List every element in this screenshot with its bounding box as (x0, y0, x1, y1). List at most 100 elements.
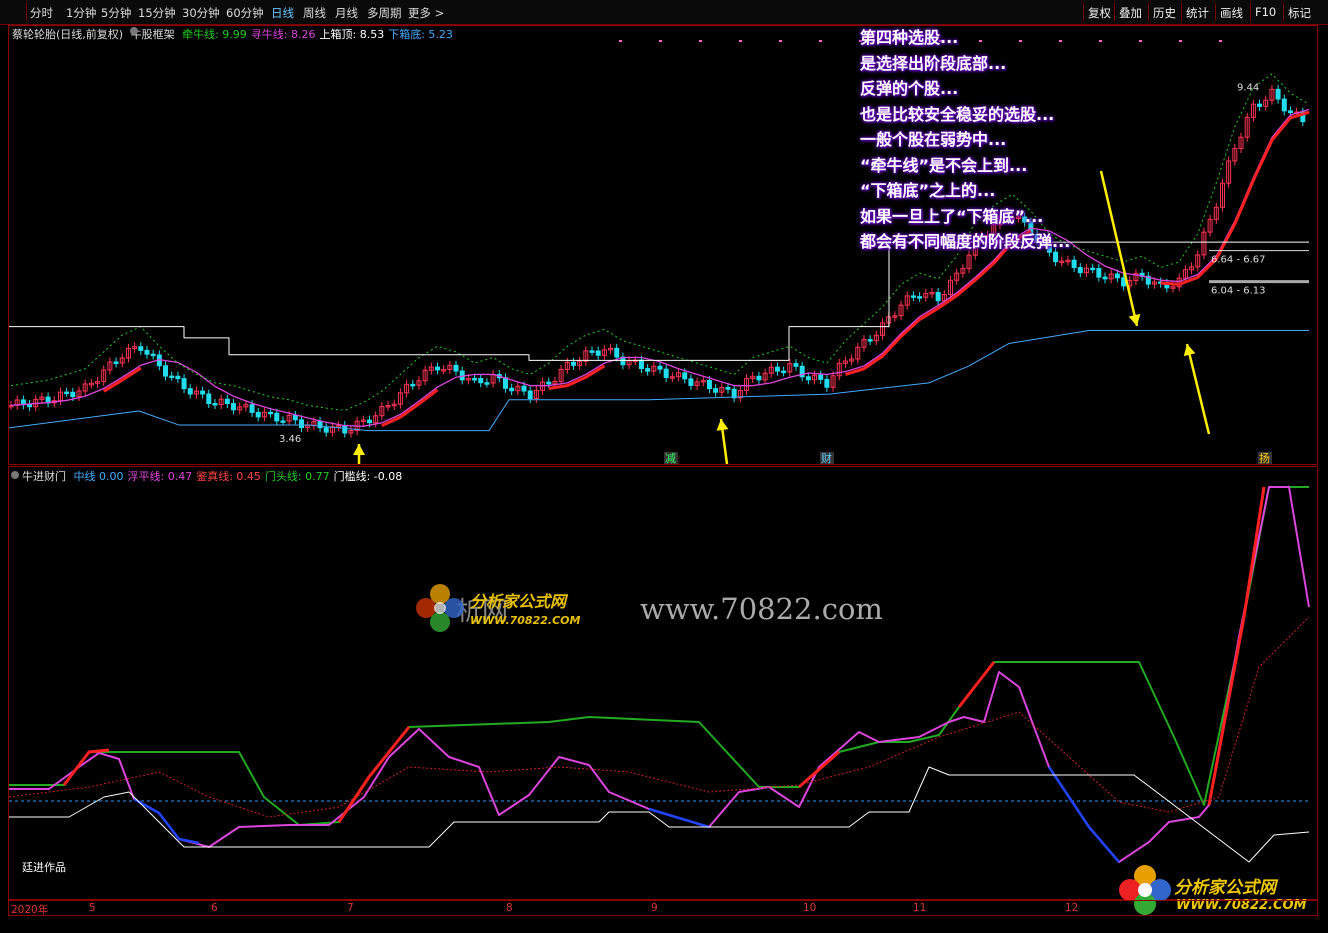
top-marker-dot (1219, 40, 1222, 42)
toolbar-divider (1283, 3, 1284, 21)
sub-legend-item-0: 中线 0.00 (73, 470, 124, 483)
sub-legend: 牛进财门 中线 0.00 浮平线: 0.47 鉴真线: 0.45 门头线: 0.77 门… (12, 468, 410, 484)
candle-body (231, 403, 237, 411)
period-tab-4[interactable]: 30分钟 (182, 5, 220, 21)
float-blue-segment-1 (648, 807, 710, 829)
candle-body (706, 379, 712, 390)
candle-body (935, 291, 941, 302)
candle-body (27, 404, 33, 408)
candle-body (206, 393, 212, 405)
kline-chart[interactable]: 9.44 3.46 6.64 - 6.67 6.04 - 6.13 减 财 扬 (9, 26, 1317, 464)
toolbar-divider (1114, 3, 1115, 21)
sub-indicator-name: 牛进财门 (22, 470, 66, 483)
date-tick-0: 2020年 (11, 904, 49, 916)
low-price-label: 3.46 (279, 434, 301, 445)
tool-button-2[interactable]: 历史 (1153, 5, 1176, 21)
candle-body (818, 374, 824, 380)
candle-body (163, 365, 169, 377)
sub-indicator-dropdown-icon[interactable] (11, 471, 19, 479)
box-bottom-line (9, 330, 1309, 432)
period-tab-2[interactable]: 5分钟 (101, 5, 131, 21)
sub-indicator-panel[interactable]: 牛进财门 中线 0.00 浮平线: 0.47 鉴真线: 0.45 门头线: 0.77 门… (8, 466, 1318, 900)
event-marker-0: 减 (665, 452, 676, 464)
candle-body (478, 378, 484, 384)
candle-body (472, 377, 478, 381)
indicator-chart[interactable] (9, 467, 1317, 899)
rise-red-segment-3 (957, 661, 996, 708)
date-tick-6: 10 (803, 902, 817, 914)
range-lower-label: 6.04 - 6.13 (1211, 286, 1266, 297)
tool-button-1[interactable]: 叠加 (1119, 5, 1142, 21)
candle-body (546, 381, 552, 385)
top-marker-dot (739, 40, 742, 42)
candle-body (527, 390, 533, 400)
candle-body (657, 365, 663, 370)
date-tick-4: 8 (506, 902, 513, 914)
door-top-line (9, 486, 1309, 826)
date-tick-2: 6 (211, 902, 218, 914)
candle-body (867, 339, 873, 342)
annotation-line-8: 都会有不同幅度的阶段反弹... (860, 232, 1071, 251)
period-tab-8[interactable]: 月线 (335, 5, 358, 21)
period-tab-5[interactable]: 60分钟 (226, 5, 264, 21)
tool-button-3[interactable]: 统计 (1186, 5, 1209, 21)
arrow-shaft-2 (1185, 343, 1211, 435)
float-blue-segment-2 (1047, 766, 1120, 863)
brand-logo-text: 分析家公式网 (1174, 878, 1276, 898)
tool-button-0[interactable]: 复权 (1088, 5, 1111, 21)
main-legend-item-1: 寻牛线: 8.26 (250, 28, 316, 41)
candle-body (688, 378, 694, 386)
date-tick-3: 7 (347, 902, 354, 914)
candle-body (150, 353, 156, 357)
period-tab-1[interactable]: 1分钟 (66, 5, 96, 21)
sub-legend-item-2: 鉴真线: 0.45 (196, 470, 261, 483)
top-marker-dot (1139, 40, 1142, 42)
indicator-dropdown-icon[interactable] (130, 27, 138, 35)
top-marker-dot (819, 40, 822, 42)
candle-body (521, 385, 527, 392)
candle-body (138, 346, 144, 351)
candle-body (1102, 276, 1108, 280)
sub-legend-item-4: 门槛线: -0.08 (333, 470, 403, 483)
candle-body (502, 377, 508, 389)
period-tab-3[interactable]: 15分钟 (138, 5, 176, 21)
top-marker-dot (619, 40, 622, 42)
candle-body (1096, 268, 1102, 278)
period-tab-6[interactable]: 日线 (271, 5, 294, 21)
candle-body (366, 419, 372, 424)
float-line (9, 486, 1310, 863)
candle-body (589, 350, 595, 353)
box-top-line (9, 241, 1309, 361)
candle-body (434, 366, 440, 371)
float-blue-segment-0 (133, 797, 200, 845)
top-marker-dot (779, 40, 782, 42)
sub-legend-item-1: 浮平线: 0.47 (127, 470, 193, 483)
period-tab-9[interactable]: 多周期 (367, 5, 402, 21)
candle-body (280, 420, 286, 423)
event-marker-1: 财 (821, 451, 832, 464)
toolbar-divider (1181, 3, 1182, 21)
top-marker-dot (1179, 40, 1182, 42)
annotation-line-4: 一般个股在弱势中... (860, 130, 1007, 149)
annotation-line-0: 第四种选股... (860, 28, 959, 47)
tool-button-5[interactable]: F10 (1255, 5, 1276, 19)
candle-body (824, 378, 830, 388)
arrow-head-3 (1128, 313, 1141, 326)
annotation-line-5: “牵牛线”是不会上到... (860, 155, 1028, 175)
candle-body (181, 378, 187, 390)
period-tab-0[interactable]: 分时 (30, 5, 53, 21)
candle-body (725, 386, 731, 390)
date-tick-1: 5 (89, 902, 96, 914)
annotation-line-3: 也是比较安全稳妥的选股... (860, 104, 1055, 124)
tool-button-6[interactable]: 标记 (1288, 5, 1311, 21)
candle-body (595, 350, 601, 356)
top-marker-dot (1099, 40, 1102, 42)
tool-button-4[interactable]: 画线 (1220, 5, 1243, 21)
period-tab-7[interactable]: 周线 (303, 5, 326, 21)
stock-title: 蔡轮轮胎(日线,前复权) (12, 28, 124, 41)
period-tab-10[interactable]: 更多 > (408, 5, 444, 21)
candle-body (113, 361, 119, 365)
main-legend-item-3: 下箱底: 5.23 (388, 28, 453, 41)
toolbar-divider (26, 3, 27, 21)
main-kline-panel[interactable]: 9.44 3.46 6.64 - 6.67 6.04 - 6.13 减 财 扬 蔡轮轮胎(日… (8, 25, 1318, 465)
